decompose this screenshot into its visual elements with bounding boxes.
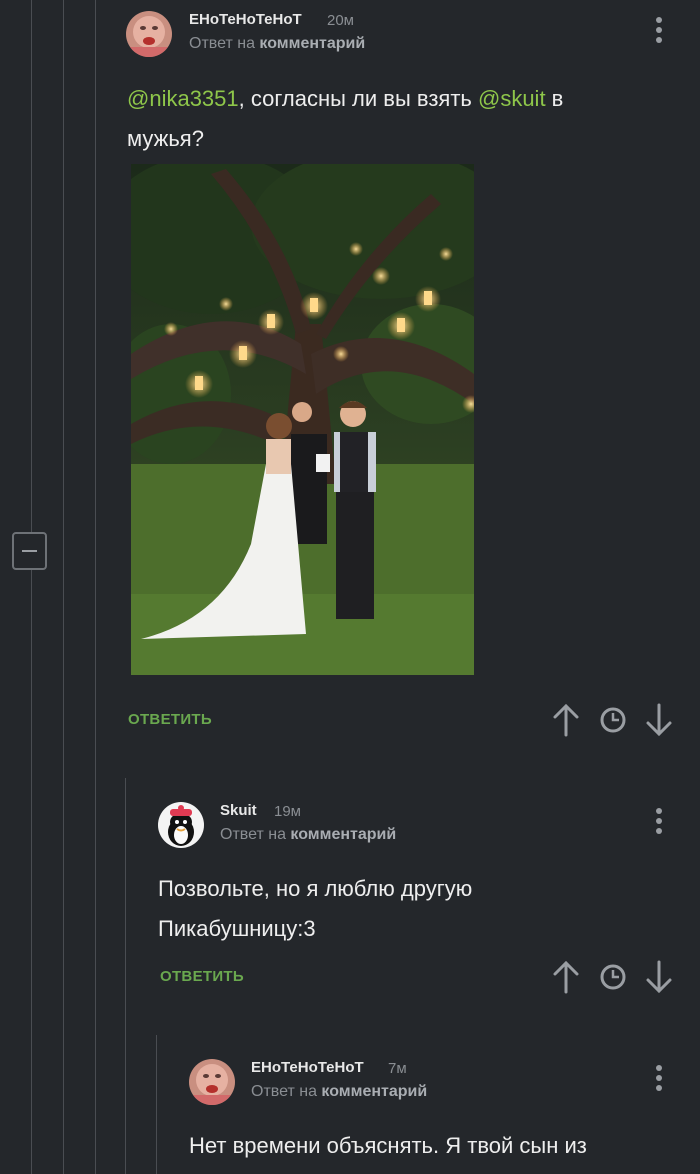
reply-to-text: Ответ на комментарий bbox=[220, 826, 396, 844]
thread-line bbox=[95, 0, 96, 1174]
more-icon[interactable] bbox=[655, 17, 663, 47]
thread-line bbox=[156, 1035, 157, 1174]
collapse-thread-button[interactable] bbox=[12, 532, 47, 570]
comment-text: Нет времени объяснять. Я твой сын из bbox=[189, 1133, 587, 1158]
clock-icon[interactable] bbox=[599, 960, 627, 994]
user-mention[interactable]: @nika3351 bbox=[127, 86, 239, 111]
comment-author[interactable]: Skuit bbox=[220, 802, 257, 819]
reply-to-link[interactable]: комментарий bbox=[321, 1083, 427, 1100]
downvote-icon[interactable] bbox=[645, 703, 673, 737]
comment-time: 19м bbox=[274, 803, 301, 820]
reply-button[interactable]: ОТВЕТИТЬ bbox=[128, 711, 212, 728]
reply-to-prefix: Ответ на bbox=[220, 826, 286, 843]
avatar[interactable] bbox=[126, 11, 172, 57]
comment-body: Нет времени объяснять. Я твой сын из bbox=[189, 1126, 679, 1166]
comment-text: в bbox=[545, 86, 564, 111]
comment-time: 20м bbox=[327, 12, 354, 29]
comment-author[interactable]: ЕНоТеНоТеНоТ bbox=[189, 11, 302, 28]
downvote-icon[interactable] bbox=[645, 960, 673, 994]
comment-text: Пикабушницу:3 bbox=[158, 916, 316, 941]
comment-text: , согласны ли вы взять bbox=[238, 86, 478, 111]
comment-time: 7м bbox=[388, 1060, 407, 1077]
reply-to-prefix: Ответ на bbox=[189, 35, 255, 52]
reply-to-prefix: Ответ на bbox=[251, 1083, 317, 1100]
user-mention[interactable]: @skuit bbox=[478, 86, 546, 111]
thread-line bbox=[63, 0, 64, 1174]
comment-body: Позвольте, но я люблю другую Пикабушницу… bbox=[158, 869, 658, 949]
reply-button[interactable]: ОТВЕТИТЬ bbox=[160, 968, 244, 985]
more-icon[interactable] bbox=[655, 1065, 663, 1095]
wedding-photo[interactable] bbox=[131, 164, 474, 675]
comment-text: мужья? bbox=[127, 126, 204, 151]
collapse-icon bbox=[22, 550, 37, 552]
comment-author[interactable]: ЕНоТеНоТеНоТ bbox=[251, 1059, 364, 1076]
reply-to-link[interactable]: комментарий bbox=[290, 826, 396, 843]
more-icon[interactable] bbox=[655, 808, 663, 838]
reply-to-text: Ответ на комментарий bbox=[189, 35, 365, 53]
avatar[interactable] bbox=[189, 1059, 235, 1105]
thread-line bbox=[125, 778, 126, 1174]
upvote-icon[interactable] bbox=[552, 703, 580, 737]
comment-body: @nika3351, согласны ли вы взять @skuit в… bbox=[127, 79, 667, 159]
reply-to-link[interactable]: комментарий bbox=[259, 35, 365, 52]
reply-to-text: Ответ на комментарий bbox=[251, 1083, 427, 1101]
thread-line bbox=[31, 0, 32, 1174]
upvote-icon[interactable] bbox=[552, 960, 580, 994]
avatar[interactable] bbox=[158, 802, 204, 848]
clock-icon[interactable] bbox=[599, 703, 627, 737]
comment-text: Позвольте, но я люблю другую bbox=[158, 876, 473, 901]
